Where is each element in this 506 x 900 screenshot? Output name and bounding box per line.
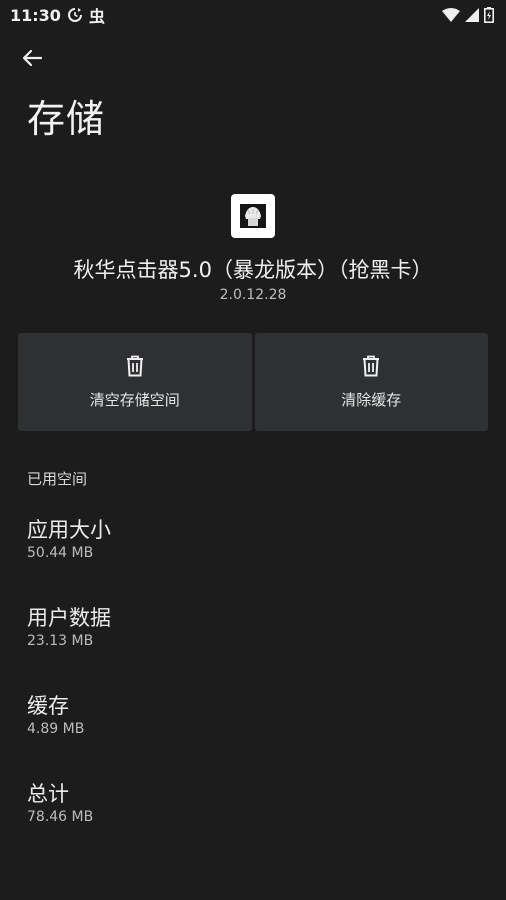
storage-item-value: 50.44 MB xyxy=(27,545,94,561)
clear-storage-button[interactable]: 清空存储空间 xyxy=(18,333,252,431)
back-button[interactable] xyxy=(16,44,48,76)
app-name: 秋华点击器5.0（暴龙版本）（抢黑卡） xyxy=(73,258,433,282)
app-icon xyxy=(231,194,275,238)
storage-item-app-size: 应用大小 50.44 MB xyxy=(27,516,111,562)
storage-item-title: 缓存 xyxy=(27,694,69,718)
signal-icon xyxy=(465,8,479,22)
bug-icon: 虫 xyxy=(88,7,105,26)
storage-item-title: 应用大小 xyxy=(27,518,111,542)
page-title: 存储 xyxy=(27,97,106,141)
sync-icon xyxy=(67,7,83,23)
clear-cache-label: 清除缓存 xyxy=(341,390,402,409)
status-left: 11:30 虫 xyxy=(10,3,105,27)
app-version: 2.0.12.28 xyxy=(219,287,287,303)
section-header: 已用空间 xyxy=(27,470,88,488)
storage-item-title: 总计 xyxy=(27,782,69,806)
storage-item-cache: 缓存 4.89 MB xyxy=(27,692,84,738)
storage-item-user-data: 用户数据 23.13 MB xyxy=(27,604,111,650)
app-icon-image xyxy=(240,204,266,228)
status-time: 11:30 xyxy=(10,5,61,25)
status-right xyxy=(442,7,494,23)
storage-item-total: 总计 78.46 MB xyxy=(27,780,93,826)
wifi-icon xyxy=(442,8,460,22)
trash-icon xyxy=(125,355,145,381)
battery-icon xyxy=(484,7,494,23)
storage-item-value: 4.89 MB xyxy=(27,721,85,737)
action-buttons: 清空存储空间 清除缓存 xyxy=(18,333,488,431)
trash-icon xyxy=(361,355,381,381)
arrow-left-icon xyxy=(21,47,43,73)
clear-cache-button[interactable]: 清除缓存 xyxy=(254,333,488,431)
status-bar: 11:30 虫 xyxy=(0,0,506,30)
storage-item-value: 23.13 MB xyxy=(27,633,94,649)
storage-item-value: 78.46 MB xyxy=(27,809,94,825)
clear-storage-label: 清空存储空间 xyxy=(89,390,180,409)
storage-item-title: 用户数据 xyxy=(27,606,111,630)
storage-screen: 11:30 虫 存储 秋华点击器5.0（暴龙版本）（抢黑卡） 2.0.12.28… xyxy=(0,0,506,900)
